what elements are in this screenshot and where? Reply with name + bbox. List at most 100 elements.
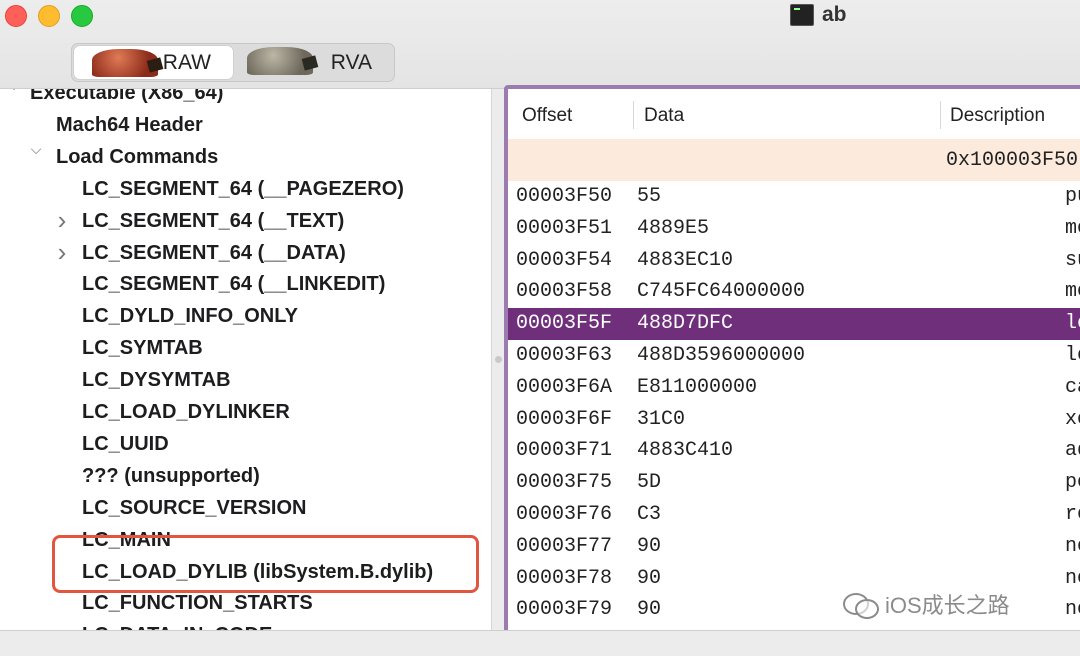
offset-cell: 00003F51 [516,216,613,240]
table-row[interactable]: 00003F5F 488D7DFC le [508,308,1080,340]
data-cell: 31C0 [637,407,686,431]
address-band: 0x100003F50 [508,139,1080,181]
raw-mode-label: RAW [162,50,211,74]
column-divider[interactable] [633,101,634,129]
close-window-button[interactable] [5,5,27,27]
table-row[interactable]: 00003F77 90 no [508,531,1080,563]
offset-cell: 00003F77 [516,534,613,558]
offset-cell: 00003F6F [516,407,613,431]
description-cell: xo [1065,407,1080,431]
data-cell: 488D3596000000 [637,343,806,367]
description-cell: no [1065,598,1080,622]
data-cell: 4883EC10 [637,248,734,272]
outline-item[interactable]: Executable (X86_64) [30,89,223,109]
chevron-right-icon[interactable]: › [48,205,76,237]
table-row[interactable]: 00003F51 4889E5 mo [508,213,1080,245]
outline-item[interactable]: LC_LOAD_DYLINKER [82,396,290,428]
outline-item[interactable]: LC_DYSYMTAB [82,364,231,396]
description-cell: no [1065,566,1080,590]
terminal-icon [790,4,814,26]
outline-item[interactable]: LC_DYLD_INFO_ONLY [82,300,298,332]
rva-mode-button[interactable]: RVA [235,44,394,81]
watermark: iOS成长之路 [843,588,1010,620]
raw-mode-button[interactable]: RAW [74,46,233,79]
table-row[interactable]: 00003F58 C745FC64000000 mo [508,276,1080,308]
data-cell: 90 [637,566,662,590]
offset-cell: 00003F63 [516,343,613,367]
offset-cell: 00003F71 [516,439,613,463]
table-row[interactable]: 00003F71 4883C410 ad [508,435,1080,467]
outline-item[interactable]: LC_SEGMENT_64 (__LINKEDIT) [82,268,385,300]
outline-item[interactable]: Load Commands [56,141,218,173]
description-cell: ca [1065,375,1080,399]
address-label: 0x100003F50 [946,149,1079,172]
table-row[interactable]: 00003F50 55 pu [508,181,1080,213]
outline-item[interactable]: LC_DATA_IN_CODE [82,619,272,630]
raw-rva-segmented-control: RAW RVA [71,43,395,82]
data-cell: 90 [637,534,662,558]
description-cell: le [1065,343,1080,367]
description-cell: ad [1065,439,1080,463]
offset-cell: 00003F50 [516,185,613,208]
table-header: Offset Data Description [508,89,1080,140]
column-divider[interactable] [940,101,941,129]
column-header-description[interactable]: Description [950,89,1045,139]
chevron-right-icon[interactable]: › [48,237,76,269]
description-cell: su [1065,248,1080,272]
disassembly-table: Offset Data Description 0x100003F50 0000… [504,85,1080,639]
outline-item[interactable]: LC_SEGMENT_64 (__PAGEZERO) [82,173,404,205]
table-row[interactable]: 00003F6F 31C0 xo [508,404,1080,436]
data-cell: E811000000 [637,375,758,399]
description-cell: re [1065,502,1080,526]
split-view-divider-handle[interactable] [495,356,502,363]
column-header-data[interactable]: Data [644,89,684,139]
data-cell: 4889E5 [637,216,710,240]
outline-item[interactable]: LC_SEGMENT_64 (__DATA) [82,237,346,269]
data-cell: 4883C410 [637,439,734,463]
offset-cell: 00003F79 [516,598,613,622]
data-cell: 55 [637,185,662,208]
description-cell: mo [1065,216,1080,240]
outline-item[interactable]: LC_UUID [82,428,169,460]
data-cell: 488D7DFC [637,312,734,336]
data-cell: C745FC64000000 [637,280,806,304]
description-cell: mo [1065,280,1080,304]
outline-item[interactable]: LC_SYMTAB [82,332,203,364]
offset-cell: 00003F75 [516,471,613,495]
load-commands-outline: ⌵Executable (X86_64)Mach64 Header⌵Load C… [0,89,492,630]
window-title-text: ab [822,3,847,26]
table-row[interactable]: 00003F76 C3 re [508,499,1080,531]
status-bar [0,630,1080,656]
title-bar: ab RAW RVA [0,0,1080,89]
outline-item[interactable]: LC_SEGMENT_64 (__TEXT) [82,205,344,237]
data-cell: C3 [637,502,662,526]
wechat-icon [843,589,879,619]
data-cell: 5D [637,471,662,495]
offset-cell: 00003F5F [516,312,613,336]
watermark-text: iOS成长之路 [885,593,1010,618]
chevron-down-icon[interactable]: ⌵ [0,89,28,109]
description-cell: po [1065,471,1080,495]
chevron-down-icon[interactable]: ⌵ [22,141,50,173]
rva-mode-label: RVA [330,50,372,74]
zoom-window-button[interactable] [71,5,93,27]
window-title: ab [790,2,847,28]
highlight-annotation-box [52,535,479,593]
data-cell: 90 [637,598,662,622]
column-header-offset[interactable]: Offset [522,89,572,139]
outline-item[interactable]: ??? (unsupported) [82,460,260,492]
offset-cell: 00003F76 [516,502,613,526]
offset-cell: 00003F54 [516,248,613,272]
table-row[interactable]: 00003F75 5D po [508,467,1080,499]
offset-cell: 00003F78 [516,566,613,590]
table-row[interactable]: 00003F63 488D3596000000 le [508,340,1080,372]
raw-mode-icon [92,49,158,77]
table-row[interactable]: 00003F6A E811000000 ca [508,372,1080,404]
table-row[interactable]: 00003F54 4883EC10 su [508,245,1080,277]
offset-cell: 00003F6A [516,375,613,399]
description-cell: no [1065,534,1080,558]
minimize-window-button[interactable] [38,5,60,27]
outline-item[interactable]: Mach64 Header [56,109,203,141]
outline-item[interactable]: LC_SOURCE_VERSION [82,492,307,524]
offset-cell: 00003F58 [516,280,613,304]
